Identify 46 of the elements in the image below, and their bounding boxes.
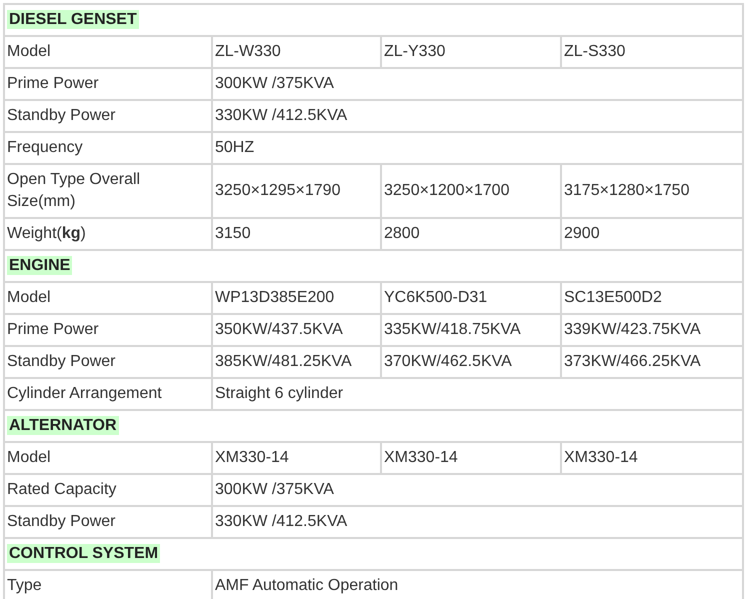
table-cell: Rated Capacity [4,474,212,506]
table-cell: Model [4,36,212,68]
table-cell: 300KW /375KVA [212,68,744,100]
table-cell: 2800 [381,218,561,250]
table-cell: 3150 [212,218,381,250]
table-cell: Frequency [4,132,212,164]
section-title: CONTROL SYSTEM [7,544,160,563]
table-cell: Type [4,570,212,599]
table-cell: 3250×1200×1700 [381,164,561,218]
table-cell: ZL-W330 [212,36,381,68]
section-title: ALTERNATOR [7,416,119,435]
table-cell: Prime Power [4,68,212,100]
table-cell: YC6K500-D31 [381,282,561,314]
table-cell: 3250×1295×1790 [212,164,381,218]
table-cell: 385KW/481.25KVA [212,346,381,378]
table-cell: Weight(kg) [4,218,212,250]
table-cell: 3175×1280×1750 [561,164,744,218]
table-cell: WP13D385E200 [212,282,381,314]
table-cell: XM330-14 [561,442,744,474]
table-cell: 370KW/462.5KVA [381,346,561,378]
table-cell: 339KW/423.75KVA [561,314,744,346]
table-cell: SC13E500D2 [561,282,744,314]
table-cell: ZL-S330 [561,36,744,68]
table-cell: 300KW /375KVA [212,474,744,506]
table-cell: Open Type Overall Size(mm) [4,164,212,218]
table-cell: 350KW/437.5KVA [212,314,381,346]
table-cell: Standby Power [4,100,212,132]
table-cell: 50HZ [212,132,744,164]
table-cell: Model [4,442,212,474]
table-cell: Model [4,282,212,314]
table-cell: 373KW/466.25KVA [561,346,744,378]
table-cell: 330KW /412.5KVA [212,506,744,538]
table-cell: Straight 6 cylinder [212,378,744,410]
section-title: DIESEL GENSET [7,10,139,29]
table-cell: Prime Power [4,314,212,346]
table-cell: AMF Automatic Operation [212,570,744,599]
table-cell: XM330-14 [212,442,381,474]
table-cell: Standby Power [4,506,212,538]
table-cell: 335KW/418.75KVA [381,314,561,346]
table-cell: Standby Power [4,346,212,378]
table-cell: XM330-14 [381,442,561,474]
table-cell: 2900 [561,218,744,250]
table-cell: ZL-Y330 [381,36,561,68]
table-cell: 330KW /412.5KVA [212,100,744,132]
section-title: ENGINE [7,256,72,275]
table-cell: Cylinder Arrangement [4,378,212,410]
